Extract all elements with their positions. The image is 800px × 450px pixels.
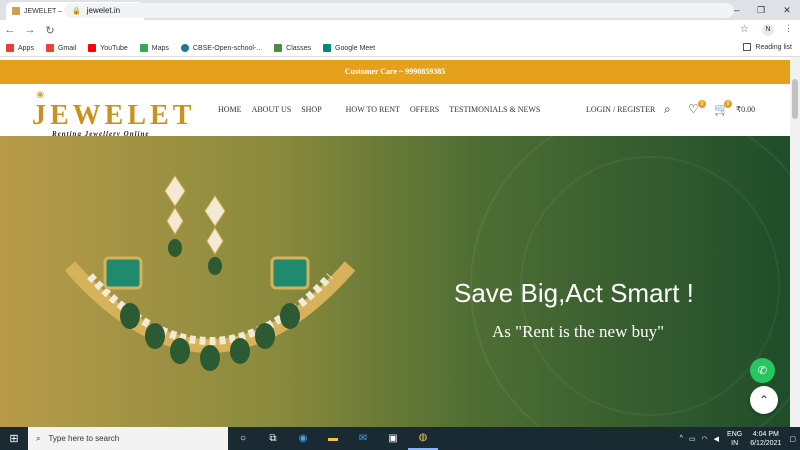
main-menu: HOME ABOUT US SHOP HOW TO RENT OFFERS TE…	[218, 105, 550, 114]
close-window-icon[interactable]: ✕	[774, 5, 800, 16]
menu-about-us[interactable]: ABOUT US	[252, 105, 292, 114]
clock-date: 6/12/2021	[750, 439, 782, 447]
task-view-icon[interactable]: ⧉	[258, 427, 288, 450]
edge-icon[interactable]: ◉	[288, 427, 318, 450]
address-row: ← → ↻	[0, 20, 800, 40]
lock-icon[interactable]: 🔒	[72, 7, 81, 15]
menu-offers[interactable]: OFFERS	[410, 105, 439, 114]
bookmark-apps[interactable]: Apps	[6, 44, 34, 52]
region-code: IN	[731, 439, 739, 447]
reading-list-icon	[743, 43, 752, 51]
bookmark-label: Maps	[151, 44, 169, 52]
mail-icon[interactable]: ✉	[348, 427, 378, 450]
hero-banner: Save Big,Act Smart ! As "Rent is the new…	[0, 136, 790, 427]
taskbar-search-icon: ⌕	[36, 433, 41, 443]
language-indicator[interactable]: ENG IN	[727, 430, 742, 448]
bookmark-label: CBSE-Open-school-...	[192, 44, 263, 52]
bookmark-youtube[interactable]: YouTube	[88, 44, 128, 52]
hero-headline: Save Big,Act Smart !	[454, 278, 694, 308]
store-icon[interactable]: ▣	[378, 427, 408, 450]
youtube-icon	[88, 44, 97, 52]
wifi-icon[interactable]: ◠	[702, 435, 708, 443]
tray-overflow-icon[interactable]: ^	[680, 435, 683, 442]
page-scrollbar[interactable]	[790, 57, 800, 427]
windows-start-icon[interactable]: ⊞	[0, 427, 28, 450]
site-header: ❀ JEWELET Renting Jewellery Online HOME …	[0, 84, 790, 138]
bookmark-meet[interactable]: Google Meet	[323, 44, 375, 52]
bookmark-cbse[interactable]: CBSE-Open-school-...	[180, 44, 263, 52]
scroll-to-top-button[interactable]: ⌃	[750, 386, 778, 414]
explorer-icon[interactable]: ▬	[318, 427, 348, 450]
site-logo[interactable]: ❀ JEWELET Renting Jewellery Online	[30, 90, 191, 138]
bookmark-label: Gmail	[57, 44, 77, 52]
maximize-icon[interactable]: ❐	[748, 5, 774, 16]
chrome-icon[interactable]: ◍	[408, 427, 438, 450]
cart-total[interactable]: ₹0.00	[736, 105, 755, 114]
site-favicon-icon	[12, 7, 20, 15]
wishlist-count-badge: 0	[698, 100, 706, 108]
address-bar[interactable]: 🔒 jewelet.in	[64, 3, 734, 18]
clock-time: 4:04 PM	[752, 430, 779, 438]
battery-icon[interactable]: ▭	[689, 435, 696, 443]
customer-care-bar: Customer Care ~ 9990859385	[0, 60, 790, 84]
bookmark-star-icon[interactable]: ☆	[740, 24, 749, 35]
menu-shop[interactable]: SHOP	[301, 105, 321, 114]
login-register-link[interactable]: LOGIN / REGISTER	[586, 105, 655, 114]
classroom-icon	[274, 44, 283, 52]
logo-name: JEWELET	[32, 100, 196, 131]
reload-icon[interactable]: ↻	[40, 24, 60, 37]
bookmark-gmail[interactable]: Gmail	[45, 44, 77, 52]
search-icon[interactable]: ⌕	[664, 102, 671, 117]
volume-icon[interactable]: ◀	[714, 435, 719, 443]
profile-avatar[interactable]: N	[762, 24, 774, 36]
maps-icon	[139, 44, 148, 52]
system-tray: ^ ▭ ◠ ◀ ENG IN 4:04 PM 6/12/2021 ▢	[680, 427, 796, 450]
taskbar-search[interactable]: ⌕ Type here to search	[28, 427, 228, 450]
whatsapp-icon: ✆	[757, 365, 768, 377]
cortana-icon[interactable]: ○	[228, 427, 258, 450]
bookmark-classes[interactable]: Classes	[274, 44, 311, 52]
hero-subheadline: As "Rent is the new buy"	[492, 322, 665, 341]
apps-grid-icon	[6, 44, 14, 52]
reading-list[interactable]: Reading list	[743, 43, 792, 51]
bookmark-label: Google Meet	[335, 44, 376, 52]
forward-icon[interactable]: →	[20, 24, 40, 36]
cart-count-badge: 0	[724, 100, 732, 108]
notifications-icon[interactable]: ▢	[789, 435, 796, 443]
menu-kebab-icon[interactable]: ⋮	[784, 23, 793, 34]
necklace-image	[64, 175, 356, 371]
wordpress-icon	[180, 44, 189, 52]
bookmark-label: Classes	[286, 44, 312, 52]
windows-taskbar: ⊞ ⌕ Type here to search ○ ⧉ ◉ ▬ ✉ ▣ ◍ ^ …	[0, 427, 800, 450]
menu-home[interactable]: HOME	[218, 105, 242, 114]
bookmarks-bar: Apps Gmail YouTube Maps CBSE-Open-school…	[0, 40, 800, 57]
bookmark-label: YouTube	[100, 44, 128, 52]
meet-icon	[323, 44, 332, 52]
scrollbar-thumb[interactable]	[792, 79, 798, 119]
url-text: jewelet.in	[86, 6, 121, 15]
lang-code: ENG	[727, 430, 743, 438]
reading-list-label: Reading list	[755, 43, 792, 51]
gmail-icon	[45, 44, 54, 52]
menu-how-to-rent[interactable]: HOW TO RENT	[346, 105, 400, 114]
clock[interactable]: 4:04 PM 6/12/2021	[750, 430, 781, 448]
taskbar-search-placeholder: Type here to search	[48, 434, 120, 443]
back-icon[interactable]: ←	[0, 24, 20, 36]
bookmark-maps[interactable]: Maps	[139, 44, 169, 52]
chevron-up-icon: ⌃	[758, 393, 770, 407]
bookmark-label: Apps	[18, 44, 34, 52]
whatsapp-chat-button[interactable]: ✆	[750, 358, 775, 383]
menu-testimonials-news[interactable]: TESTIMONIALS & NEWS	[449, 105, 540, 114]
